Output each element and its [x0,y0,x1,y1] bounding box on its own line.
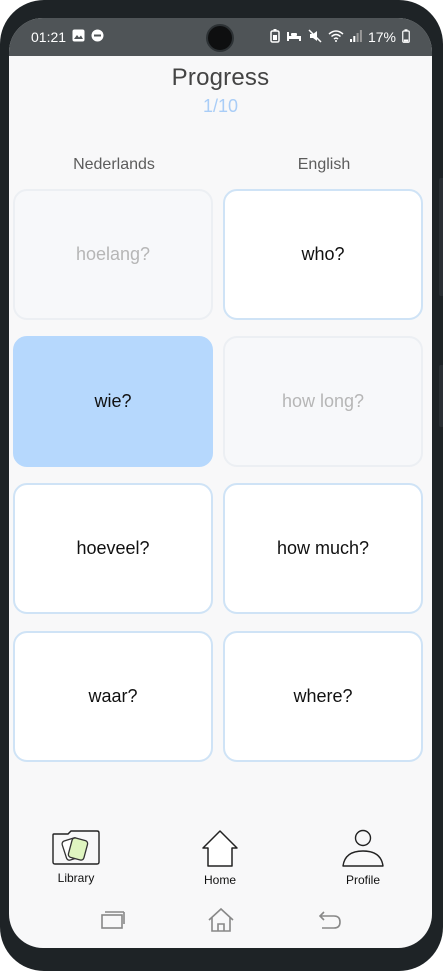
card-dutch-4[interactable]: waar? [13,631,213,762]
card-english-1[interactable]: who? [223,189,423,320]
battery-icon [402,28,410,46]
screen: 01:21 17% Progress 1/10 Nederlands Engli… [9,18,432,948]
phone-frame: 01:21 17% Progress 1/10 Nederlands Engli… [0,0,443,971]
card-dutch-1[interactable]: hoelang? [13,189,213,320]
battery-level: 17% [367,29,396,45]
card-english-4[interactable]: where? [223,631,423,762]
mute-icon [308,28,322,46]
nav-home[interactable]: Home [175,828,265,887]
cards-library-icon [51,828,101,869]
progress-counter: 1/10 [202,96,239,116]
card-dutch-2[interactable]: wie? [13,336,213,467]
bottom-navigation: Library Home Profile [9,828,432,888]
volume-button [439,178,443,296]
sleep-icon [286,29,302,45]
column-header-dutch: Nederlands [73,156,155,173]
front-camera [206,24,234,52]
nav-profile[interactable]: Profile [318,828,408,887]
recent-apps-icon[interactable] [100,910,126,935]
column-header-english: English [297,156,351,173]
image-icon [72,29,85,45]
system-home-icon[interactable] [207,907,235,938]
signal-icon [349,29,362,45]
house-icon [200,828,240,871]
card-english-2[interactable]: how long? [223,336,423,467]
wifi-icon [328,29,344,45]
nav-library-label: Library [57,871,95,885]
battery-saver-icon [270,28,280,46]
system-navigation-bar [9,896,432,948]
status-time: 01:21 [31,29,67,45]
do-not-disturb-icon [91,29,104,45]
nav-library[interactable]: Library [31,828,121,885]
card-english-3[interactable]: how much? [223,483,423,614]
nav-profile-label: Profile [345,873,380,887]
page-title: Progress [171,64,270,91]
card-dutch-3[interactable]: hoeveel? [13,483,213,614]
person-icon [341,828,385,871]
power-button [439,365,443,427]
back-icon[interactable] [316,910,342,935]
nav-home-label: Home [203,873,236,887]
